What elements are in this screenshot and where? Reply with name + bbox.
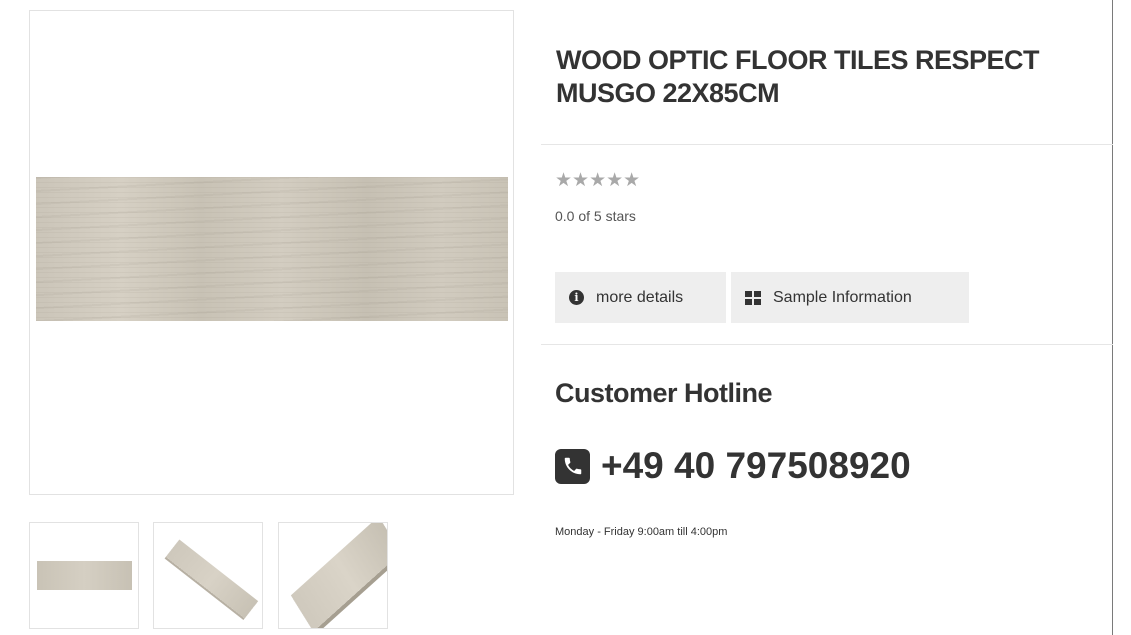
sample-information-label: Sample Information bbox=[773, 288, 912, 306]
rating-stars[interactable]: ★★★★★ bbox=[555, 169, 640, 191]
sample-information-button[interactable]: Sample Information bbox=[731, 272, 969, 323]
thumbnail-2[interactable] bbox=[153, 522, 263, 629]
more-details-button[interactable]: i more details bbox=[555, 272, 726, 323]
thumbnail-image-flat bbox=[37, 561, 132, 590]
thumbnail-image-diagonal bbox=[165, 539, 259, 619]
product-page-frame: WOOD OPTIC FLOOR TILES RESPECT MUSGO 22X… bbox=[0, 0, 1113, 635]
hotline-phone[interactable]: +49 40 797508920 bbox=[555, 445, 911, 487]
grid-icon bbox=[745, 290, 761, 305]
hotline-hours: Monday - Friday 9:00am till 4:00pm bbox=[555, 526, 728, 538]
wood-plank-tile-image bbox=[36, 177, 508, 321]
phone-icon bbox=[555, 448, 590, 484]
more-details-label: more details bbox=[596, 288, 684, 306]
product-main-image[interactable] bbox=[29, 10, 514, 495]
hotline-heading: Customer Hotline bbox=[555, 378, 773, 408]
thumbnail-image-perspective bbox=[290, 523, 387, 628]
rating-text: 0.0 of 5 stars bbox=[555, 208, 636, 224]
phone-number[interactable]: +49 40 797508920 bbox=[601, 445, 911, 487]
product-title: WOOD OPTIC FLOOR TILES RESPECT MUSGO 22X… bbox=[556, 45, 1040, 108]
thumbnail-3[interactable] bbox=[278, 522, 388, 629]
thumbnail-1[interactable] bbox=[29, 522, 139, 629]
info-icon: i bbox=[569, 290, 584, 305]
divider bbox=[541, 144, 1113, 145]
divider bbox=[541, 344, 1113, 345]
